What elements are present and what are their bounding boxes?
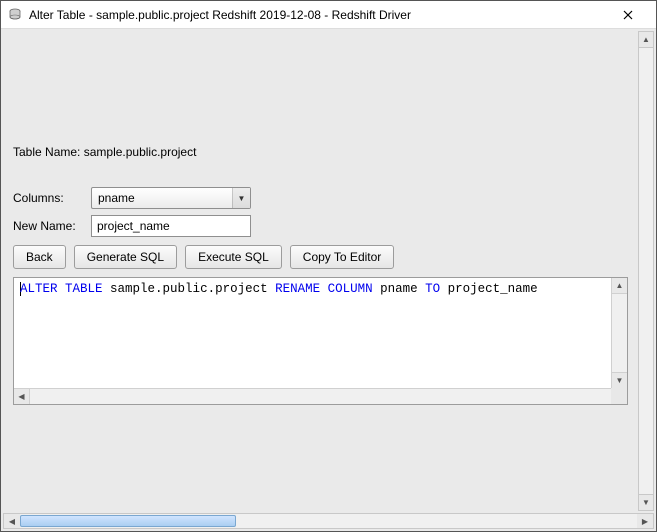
database-icon (7, 7, 23, 23)
chevron-down-icon: ▼ (232, 188, 250, 208)
button-bar: Back Generate SQL Execute SQL Copy To Ed… (13, 245, 630, 269)
scroll-right-icon[interactable]: ▶ (637, 514, 653, 528)
columns-combo[interactable]: pname ▼ (91, 187, 251, 209)
scroll-down-icon[interactable]: ▼ (639, 494, 653, 510)
columns-row: Columns: pname ▼ (13, 187, 630, 209)
generate-sql-button[interactable]: Generate SQL (74, 245, 177, 269)
scroll-up-icon[interactable]: ▲ (612, 278, 627, 294)
table-name-label: Table Name: (13, 145, 80, 159)
scroll-thumb[interactable] (20, 515, 236, 527)
new-name-input[interactable] (91, 215, 251, 237)
scroll-up-icon[interactable]: ▲ (639, 32, 653, 48)
scroll-left-icon[interactable]: ◀ (14, 389, 30, 404)
content-region: Table Name: sample.public.project Column… (5, 33, 634, 509)
sql-panel: ALTER TABLE sample.public.project RENAME… (13, 277, 628, 405)
close-button[interactable] (608, 3, 648, 27)
scroll-down-icon[interactable]: ▼ (612, 372, 627, 388)
dialog-body: Table Name: sample.public.project Column… (1, 29, 656, 531)
outer-horizontal-scrollbar[interactable]: ◀ ▶ (3, 513, 654, 529)
table-name-line: Table Name: sample.public.project (13, 145, 630, 159)
scroll-left-icon[interactable]: ◀ (4, 514, 20, 528)
columns-combo-value: pname (98, 191, 135, 205)
execute-sql-button[interactable]: Execute SQL (185, 245, 282, 269)
titlebar: Alter Table - sample.public.project Reds… (1, 1, 656, 29)
outer-vertical-scrollbar[interactable]: ▲ ▼ (638, 31, 654, 511)
scroll-corner (611, 388, 627, 404)
copy-to-editor-button[interactable]: Copy To Editor (290, 245, 395, 269)
outer-hscroll-track[interactable] (20, 514, 637, 528)
sql-horizontal-scrollbar[interactable]: ◀ ▶ (14, 388, 627, 404)
new-name-label: New Name: (13, 219, 91, 233)
close-icon (623, 10, 633, 20)
dialog-window: Alter Table - sample.public.project Reds… (0, 0, 657, 532)
back-button[interactable]: Back (13, 245, 66, 269)
sql-vertical-scrollbar[interactable]: ▲ ▼ (611, 278, 627, 388)
table-name-value: sample.public.project (84, 145, 197, 159)
window-title: Alter Table - sample.public.project Reds… (29, 8, 608, 22)
sql-text-area[interactable]: ALTER TABLE sample.public.project RENAME… (14, 278, 611, 388)
sql-hscroll-track[interactable] (30, 389, 611, 404)
columns-label: Columns: (13, 191, 91, 205)
new-name-row: New Name: (13, 215, 630, 237)
